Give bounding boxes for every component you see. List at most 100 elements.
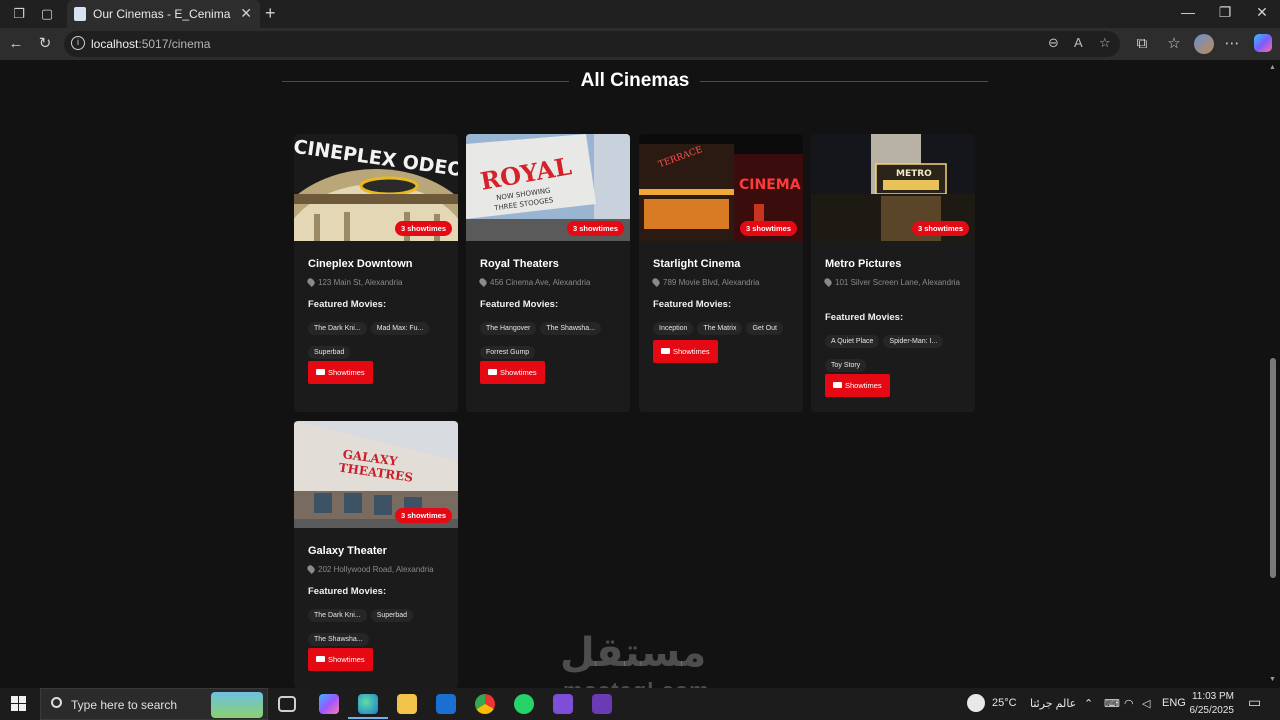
volume-icon[interactable]: ◁ (1142, 697, 1150, 710)
file-explorer-icon[interactable] (397, 694, 417, 714)
read-aloud-icon[interactable]: A (1074, 35, 1083, 50)
cinema-name: Galaxy Theater (308, 545, 387, 557)
page-scrollbar[interactable]: ▲ ▼ (1269, 64, 1276, 684)
copilot-taskbar-icon[interactable] (319, 694, 339, 714)
film-icon (661, 348, 670, 354)
showtimes-button[interactable]: Showtimes (825, 374, 890, 397)
showtimes-button[interactable]: Showtimes (308, 361, 373, 384)
taskbar-search-box[interactable]: Type here to search (40, 688, 268, 720)
edge-icon[interactable] (348, 694, 388, 719)
showtimes-button[interactable]: Showtimes (308, 648, 373, 671)
tab-actions-icon[interactable]: ▢ (38, 5, 56, 23)
tab-close-icon[interactable]: ✕ (240, 5, 252, 22)
address-bar[interactable]: i localhost:5017/cinema ⊖ A ☆ (64, 31, 1120, 57)
ime-icon[interactable]: ⌨ (1104, 697, 1120, 710)
movie-chip[interactable]: Forrest Gump (480, 346, 536, 359)
wifi-icon[interactable]: ◠ (1124, 697, 1134, 710)
copilot-icon[interactable] (1254, 34, 1272, 52)
language-indicator[interactable]: ENG (1162, 697, 1186, 709)
showtimes-button[interactable]: Showtimes (480, 361, 545, 384)
movie-chip[interactable]: Inception (653, 322, 694, 335)
featured-movies-label: Featured Movies: (308, 586, 387, 597)
browser-tab-strip: ❐ ▢ Our Cinemas - E_Cenima ✕ + — ❐ ✕ (0, 0, 1280, 28)
cinema-name: Cineplex Downtown (308, 258, 413, 270)
featured-movies-list: A Quiet Place Spider-Man: I... Toy Story (825, 330, 970, 378)
page-viewport: All Cinemas CINEPLEX ODEO 3 showtimes Ci… (0, 60, 1280, 688)
favorites-icon[interactable]: ☆ (1164, 34, 1184, 54)
movie-chip[interactable]: The Dark Kni... (308, 609, 367, 622)
movie-chip[interactable]: The Shawsha... (308, 633, 369, 646)
cinema-address: 123 Main St, Alexandria (306, 276, 453, 289)
windows-start-icon[interactable] (11, 696, 27, 712)
tab-our-cinemas[interactable]: Our Cinemas - E_Cenima ✕ (67, 0, 260, 28)
movie-chip[interactable]: Toy Story (825, 359, 867, 372)
tray-overflow-icon[interactable]: ⌃ (1084, 697, 1093, 710)
showtimes-count-badge: 3 showtimes (911, 221, 969, 236)
tab-title: Our Cinemas - E_Cenima (93, 7, 231, 21)
scroll-down-icon[interactable]: ▼ (1269, 676, 1276, 683)
movie-chip[interactable]: Superbad (308, 346, 351, 359)
page-favicon-icon (74, 7, 86, 21)
movie-chip[interactable]: Mad Max: Fu... (370, 322, 430, 335)
chrome-icon[interactable] (475, 694, 495, 714)
svg-text:CINEMA: CINEMA (739, 177, 801, 193)
taskbar-clock[interactable]: 11:03 PM 6/25/2025 (1186, 690, 1235, 718)
featured-movies-label: Featured Movies: (825, 312, 904, 323)
cinema-image: CINEMA TERRACE 3 showtimes (639, 134, 803, 241)
minimize-icon[interactable]: — (1178, 4, 1198, 20)
movie-chip[interactable]: Spider-Man: I... (883, 335, 944, 348)
showtimes-count-badge: 3 showtimes (739, 221, 797, 236)
showtimes-count-badge: 3 showtimes (394, 508, 452, 523)
zoom-icon[interactable]: ⊖ (1048, 35, 1059, 51)
movie-chip[interactable]: The Hangover (480, 322, 537, 335)
weather-text[interactable]: عالم جرئتا (1030, 697, 1076, 710)
cinema-image: ROYAL NOW SHOWING THREE STOOGES 3 showti… (466, 134, 630, 241)
showtimes-count-badge: 3 showtimes (566, 221, 624, 236)
showtimes-button[interactable]: Showtimes (653, 340, 718, 363)
window-close-icon[interactable]: ✕ (1252, 4, 1272, 21)
weather-temperature[interactable]: 25°C (992, 697, 1017, 709)
cinema-card: GALAXY THEATRES 3 showtimes Galaxy Theat… (294, 421, 458, 688)
cinema-card: CINEPLEX ODEO 3 showtimes Cineplex Downt… (294, 134, 458, 412)
cinema-address: 101 Silver Screen Lane, Alexandria (823, 276, 970, 289)
scroll-up-icon[interactable]: ▲ (1269, 64, 1276, 71)
weather-icon[interactable] (967, 694, 985, 712)
cinema-address: 789 Movie Blvd, Alexandria (651, 276, 798, 289)
maximize-icon[interactable]: ❐ (1215, 4, 1235, 21)
extensions-icon[interactable]: ⧉ (1132, 34, 1152, 54)
featured-movies-list: The Dark Kni... Mad Max: Fu... Superbad (308, 317, 453, 365)
notifications-icon[interactable]: ▭ (1248, 694, 1261, 711)
watermark-latin: mostaql.com (563, 678, 710, 688)
page-title: All Cinemas (580, 70, 690, 91)
movie-chip[interactable]: The Matrix (697, 322, 743, 335)
movie-chip[interactable]: The Shawsha... (540, 322, 601, 335)
cinema-card: ROYAL NOW SHOWING THREE STOOGES 3 showti… (466, 134, 630, 412)
movie-chip[interactable]: Superbad (370, 609, 414, 622)
favorite-star-icon[interactable]: ☆ (1099, 35, 1111, 51)
more-menu-icon[interactable]: ⋯ (1222, 34, 1242, 54)
movie-chip[interactable]: Get Out (746, 322, 783, 335)
app-icon[interactable] (592, 694, 612, 714)
whatsapp-icon[interactable] (514, 694, 534, 714)
new-tab-icon[interactable]: + (265, 3, 276, 24)
visual-studio-icon[interactable] (553, 694, 573, 714)
site-info-icon[interactable]: i (71, 36, 85, 50)
film-icon (316, 369, 325, 375)
task-view-icon[interactable] (278, 696, 296, 712)
featured-movies-list: The Dark Kni... SuperbadThe Shawsha... (308, 604, 453, 652)
profile-avatar[interactable] (1194, 34, 1214, 54)
outlook-icon[interactable] (436, 694, 456, 714)
refresh-icon[interactable]: ↻ (35, 34, 55, 54)
location-pin-icon (478, 277, 488, 287)
cinema-card: CINEMA TERRACE 3 showtimes Starlight Cin… (639, 134, 803, 412)
section-heading: All Cinemas (282, 70, 988, 94)
address-url[interactable]: localhost:5017/cinema (91, 37, 210, 51)
movie-chip[interactable]: The Dark Kni... (308, 322, 367, 335)
showtimes-count-badge: 3 showtimes (394, 221, 452, 236)
back-icon[interactable]: ← (6, 34, 26, 54)
cinema-name: Starlight Cinema (653, 258, 741, 270)
movie-chip[interactable]: A Quiet Place (825, 335, 880, 348)
featured-movies-label: Featured Movies: (480, 299, 559, 310)
scrollbar-thumb[interactable] (1270, 358, 1276, 578)
workspaces-icon[interactable]: ❐ (10, 5, 28, 23)
